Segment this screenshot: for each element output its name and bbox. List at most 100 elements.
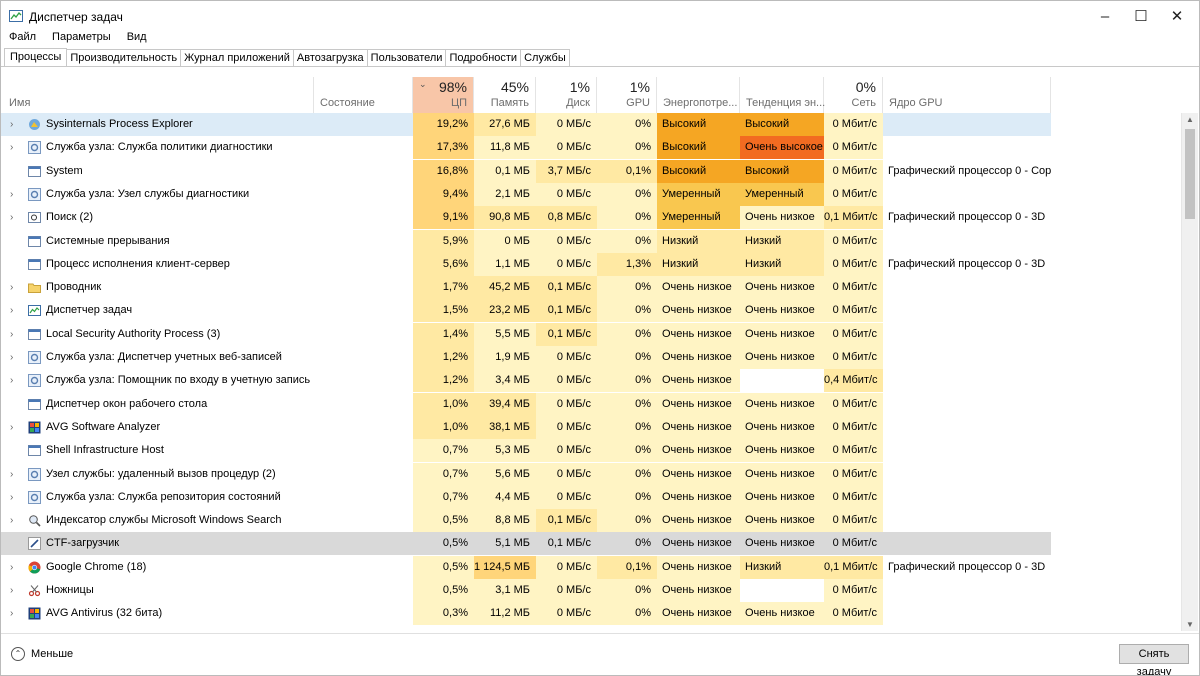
system-window-icon — [28, 235, 41, 248]
tab-details[interactable]: Подробности — [446, 49, 522, 67]
cell-memory: 0,1 МБ — [474, 159, 536, 183]
table-row[interactable]: › Local Security Authority Process (3) 1,4… — [1, 322, 1051, 346]
table-row[interactable]: › Служба узла: Служба политики диагностик… — [1, 136, 1051, 160]
tab-processes[interactable]: Процессы — [4, 48, 68, 67]
table-row[interactable]: Shell Infrastructure Host 0,7% 5,3 МБ 0 МБ/… — [1, 439, 1051, 463]
table-row[interactable]: › Диспетчер задач 1,5% 23,2 МБ 0,1 МБ/с 0% Оче… — [1, 299, 1051, 323]
cell-cpu: 1,0% — [413, 392, 474, 416]
column-cpu[interactable]: ⌄ 98% ЦП — [413, 77, 474, 113]
column-gpu-engine[interactable]: Ядро GPU — [883, 77, 1051, 113]
column-network[interactable]: 0% Сеть — [824, 77, 883, 113]
table-row[interactable]: › Поиск (2) 9,1% 90,8 МБ 0,8 МБ/с 0% Умеренный… — [1, 206, 1051, 230]
table-row[interactable]: › AVG Antivirus (32 бита) 0,3% 11,2 МБ 0 МБ/… — [1, 602, 1051, 626]
cell-gpu-engine — [883, 579, 1051, 602]
close-button[interactable]: ✕ — [1159, 1, 1195, 31]
scroll-down-icon[interactable]: ▼ — [1186, 620, 1194, 629]
vertical-scrollbar[interactable]: ▲ ▼ — [1181, 113, 1198, 631]
table-row[interactable]: Процесс исполнения клиент-сервер 5,6% 1,1 … — [1, 252, 1051, 276]
cell-gpu-engine — [883, 439, 1051, 462]
chevron-right-icon[interactable]: › — [10, 579, 13, 602]
tab-users[interactable]: Пользователи — [367, 49, 447, 67]
cell-memory: 5,3 МБ — [474, 439, 536, 463]
service-gear-icon — [28, 490, 41, 504]
cell-network: 0 Мбит/с — [824, 252, 883, 276]
cell-power-trend: Низкий — [740, 229, 824, 253]
tab-startup[interactable]: Автозагрузка — [293, 49, 368, 67]
table-row[interactable]: CTF-загрузчик 0,5% 5,1 МБ 0,1 МБ/с 0% Очень н… — [1, 532, 1051, 556]
minimize-button[interactable]: – — [1087, 1, 1123, 31]
column-name[interactable]: Имя — [1, 77, 314, 113]
table-row[interactable]: System 16,8% 0,1 МБ 3,7 МБ/с 0,1% Высокий Высо… — [1, 159, 1051, 183]
tab-app-history[interactable]: Журнал приложений — [181, 49, 294, 67]
scroll-up-icon[interactable]: ▲ — [1186, 115, 1194, 124]
system-window-icon — [28, 398, 41, 411]
chevron-right-icon[interactable]: › — [10, 509, 13, 532]
chevron-right-icon[interactable]: › — [10, 556, 13, 579]
cell-power-trend: Очень низкое — [740, 206, 824, 230]
column-memory[interactable]: 45% Память — [474, 77, 536, 113]
table-row[interactable]: › Служба узла: Диспетчер учетных веб-запи… — [1, 346, 1051, 369]
table-row[interactable]: Системные прерывания 5,9% 0 МБ 0 МБ/с 0% Низк… — [1, 229, 1051, 253]
fewer-details-link[interactable]: Меньше — [31, 648, 73, 660]
end-task-button[interactable]: Снять задачу — [1119, 644, 1189, 675]
column-status[interactable]: Состояние — [314, 77, 413, 113]
chevron-right-icon[interactable]: › — [10, 113, 13, 136]
menu-options[interactable]: Параметры — [44, 30, 119, 46]
cell-network: 0 Мбит/с — [824, 276, 883, 300]
cell-network: 0,4 Мбит/с — [824, 369, 883, 393]
chevron-right-icon[interactable]: › — [10, 206, 13, 229]
table-row[interactable]: › Служба узла: Помощник по входу в учетну… — [1, 369, 1051, 393]
chevron-right-icon[interactable]: › — [10, 416, 13, 439]
tab-services[interactable]: Службы — [521, 49, 570, 67]
cell-disk: 0 МБ/с — [536, 136, 597, 160]
chevron-right-icon[interactable]: › — [10, 323, 13, 346]
cell-disk: 0 МБ/с — [536, 602, 597, 626]
table-row[interactable]: Диспетчер окон рабочего стола 1,0% 39,4 МБ… — [1, 392, 1051, 416]
cell-cpu: 1,2% — [413, 346, 474, 369]
chevron-right-icon[interactable]: › — [10, 346, 13, 369]
column-header: Имя Состояние ⌄ 98% ЦП 45% Память 1% Дис… — [1, 77, 1051, 113]
cell-memory: 11,8 МБ — [474, 136, 536, 160]
process-name: AVG Software Analyzer — [46, 420, 161, 433]
column-power[interactable]: Энергопотре... — [657, 77, 740, 113]
cell-gpu: 0% — [597, 602, 657, 626]
chevron-up-icon[interactable]: ⌃ — [11, 647, 25, 661]
menu-file[interactable]: Файл — [1, 30, 44, 46]
chevron-right-icon[interactable]: › — [10, 486, 13, 509]
cell-network: 0 Мбит/с — [824, 579, 883, 602]
chevron-right-icon[interactable]: › — [10, 369, 13, 392]
cell-gpu-engine: Графический процессор 0 - 3D — [888, 257, 1046, 270]
table-row[interactable]: › Индексатор службы Microsoft Windows Sea… — [1, 509, 1051, 533]
menu-view[interactable]: Вид — [119, 30, 155, 46]
chevron-right-icon[interactable]: › — [10, 299, 13, 322]
cell-power: Низкий — [657, 252, 740, 276]
column-disk[interactable]: 1% Диск — [536, 77, 597, 113]
column-gpu[interactable]: 1% GPU — [597, 77, 657, 113]
table-row[interactable]: › Ножницы 0,5% 3,1 МБ 0 МБ/с 0% Очень низкое 0 … — [1, 579, 1051, 602]
column-power-trend[interactable]: Тенденция эн... — [740, 77, 826, 113]
cell-disk: 0,8 МБ/с — [536, 206, 597, 230]
table-row[interactable]: › Служба узла: Служба репозитория состоян… — [1, 485, 1051, 509]
cell-network: 0 Мбит/с — [824, 439, 883, 463]
table-row[interactable]: › Узел службы: удаленный вызов процедур (… — [1, 462, 1051, 486]
cell-network: 0 Мбит/с — [824, 485, 883, 509]
maximize-button[interactable]: ☐ — [1123, 1, 1159, 31]
scroll-thumb[interactable] — [1185, 129, 1195, 219]
table-row[interactable]: › Google Chrome (18) 0,5% 1 124,5 МБ 0 МБ/с 0… — [1, 555, 1051, 579]
table-row[interactable]: › Служба узла: Узел службы диагностики 9,4… — [1, 182, 1051, 206]
cell-memory: 45,2 МБ — [474, 276, 536, 300]
chevron-right-icon[interactable]: › — [10, 602, 13, 625]
tab-performance[interactable]: Производительность — [67, 49, 182, 67]
column-power-trend-label: Тенденция эн... — [746, 97, 826, 109]
chevron-right-icon[interactable]: › — [10, 276, 13, 299]
chevron-right-icon[interactable]: › — [10, 136, 13, 159]
column-power-label: Энергопотре... — [663, 97, 738, 109]
table-row[interactable]: › Проводник 1,7% 45,2 МБ 0,1 МБ/с 0% Очень низ… — [1, 276, 1051, 300]
table-row[interactable]: › AVG Software Analyzer 1,0% 38,1 МБ 0 МБ/с 0… — [1, 415, 1051, 439]
cell-disk: 0 МБ/с — [536, 485, 597, 509]
chevron-right-icon[interactable]: › — [10, 463, 13, 486]
table-row[interactable]: › Sysinternals Process Explorer 19,2% 27,6 … — [1, 113, 1051, 136]
cell-gpu: 0% — [597, 136, 657, 160]
cell-gpu-engine — [883, 183, 1051, 206]
chevron-right-icon[interactable]: › — [10, 183, 13, 206]
